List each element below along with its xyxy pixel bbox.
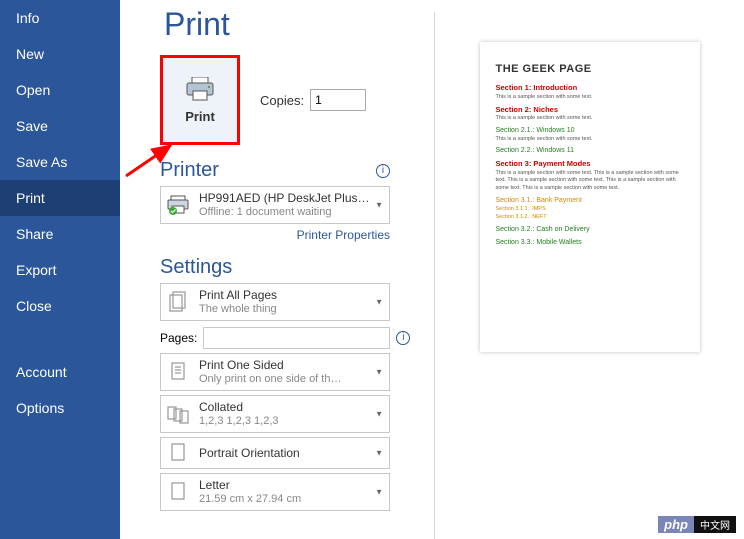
sides-line2: Only print on one side of th… — [199, 373, 385, 387]
paper-line1: Letter — [199, 478, 385, 493]
sidebar-item-new[interactable]: New — [0, 36, 120, 72]
preview-body: This is a sample section with some text. — [496, 136, 684, 144]
printer-info-icon[interactable]: i — [376, 164, 390, 178]
paper-dropdown[interactable]: Letter 21.59 cm x 27.94 cm ▼ — [160, 473, 390, 511]
collate-icon — [165, 403, 191, 425]
preview-heading: THE GEEK PAGE — [496, 62, 684, 77]
sidebar-item-open[interactable]: Open — [0, 72, 120, 108]
collate-line1: Collated — [199, 400, 385, 415]
chevron-down-icon: ▼ — [375, 449, 383, 458]
chevron-down-icon: ▼ — [375, 488, 383, 497]
printer-status-icon — [165, 195, 191, 215]
preview-body: This is a sample section with some text. — [496, 115, 684, 123]
watermark: php 中文网 — [658, 516, 736, 533]
preview-subsubsection: Section 3.1.1.: IMPS — [496, 206, 684, 214]
chevron-down-icon: ▼ — [375, 410, 383, 419]
watermark-php: php — [658, 516, 694, 533]
page-single-icon — [165, 360, 191, 384]
orientation-line1: Portrait Orientation — [199, 446, 385, 461]
print-preview: THE GEEK PAGE Section 1: Introduction Th… — [434, 12, 744, 539]
preview-subsection: Section 2.1.: Windows 10 — [496, 126, 684, 136]
preview-body: This is a sample section with some text.… — [496, 170, 684, 193]
printer-properties-link[interactable]: Printer Properties — [160, 228, 390, 242]
sidebar-item-info[interactable]: Info — [0, 0, 120, 36]
sidebar-item-saveas[interactable]: Save As — [0, 144, 120, 180]
preview-section: Section 3: Payment Modes — [496, 159, 684, 170]
page-blank-icon — [165, 481, 191, 503]
sidebar-item-options[interactable]: Options — [0, 390, 120, 426]
preview-section: Section 2: Niches — [496, 105, 684, 116]
print-what-line1: Print All Pages — [199, 288, 385, 303]
pages-stack-icon — [165, 290, 191, 314]
print-button-label: Print — [185, 109, 215, 124]
print-panel: Print Print Copies: Printer i — [120, 0, 744, 539]
preview-page: THE GEEK PAGE Section 1: Introduction Th… — [480, 42, 700, 352]
preview-subsection: Section 3.3.: Mobile Wallets — [496, 238, 684, 248]
copies-input[interactable] — [310, 89, 366, 111]
page-title: Print — [160, 6, 430, 43]
printer-status: Offline: 1 document waiting — [199, 206, 385, 220]
preview-subsection: Section 2.2.: Windows 11 — [496, 146, 684, 156]
sidebar-item-share[interactable]: Share — [0, 216, 120, 252]
sidebar-item-close[interactable]: Close — [0, 288, 120, 324]
collate-dropdown[interactable]: Collated 1,2,3 1,2,3 1,2,3 ▼ — [160, 395, 390, 433]
printer-dropdown[interactable]: HP991AED (HP DeskJet Plus… Offline: 1 do… — [160, 186, 390, 224]
pages-label: Pages: — [160, 331, 197, 345]
sides-dropdown[interactable]: Print One Sided Only print on one side o… — [160, 353, 390, 391]
pages-input[interactable] — [203, 327, 390, 349]
copies-label: Copies: — [260, 93, 304, 108]
collate-line2: 1,2,3 1,2,3 1,2,3 — [199, 415, 385, 429]
print-what-dropdown[interactable]: Print All Pages The whole thing ▼ — [160, 283, 390, 321]
sidebar-item-account[interactable]: Account — [0, 354, 120, 390]
watermark-cn: 中文网 — [694, 516, 736, 533]
portrait-icon — [165, 442, 191, 464]
chevron-down-icon: ▼ — [375, 201, 383, 210]
paper-line2: 21.59 cm x 27.94 cm — [199, 493, 385, 507]
printer-name: HP991AED (HP DeskJet Plus… — [199, 191, 385, 206]
preview-subsection: Section 3.1.: Bank Payment — [496, 196, 684, 206]
sidebar-item-print[interactable]: Print — [0, 180, 120, 216]
preview-body: This is a sample section with some text. — [496, 94, 684, 102]
preview-section: Section 1: Introduction — [496, 83, 684, 94]
sides-line1: Print One Sided — [199, 358, 385, 373]
settings-section-label: Settings — [160, 256, 232, 279]
chevron-down-icon: ▼ — [375, 298, 383, 307]
print-button[interactable]: Print — [160, 55, 240, 145]
orientation-dropdown[interactable]: Portrait Orientation ▼ — [160, 437, 390, 469]
sidebar-item-export[interactable]: Export — [0, 252, 120, 288]
print-what-line2: The whole thing — [199, 303, 385, 317]
pages-info-icon[interactable]: i — [396, 331, 410, 345]
preview-subsection: Section 3.2.: Cash on Delivery — [496, 225, 684, 235]
chevron-down-icon: ▼ — [375, 368, 383, 377]
printer-icon — [184, 77, 216, 101]
preview-subsubsection: Section 3.1.2.: NEFT — [496, 214, 684, 222]
printer-section-label: Printer — [160, 159, 219, 182]
sidebar-item-save[interactable]: Save — [0, 108, 120, 144]
backstage-sidebar: Info New Open Save Save As Print Share E… — [0, 0, 120, 539]
